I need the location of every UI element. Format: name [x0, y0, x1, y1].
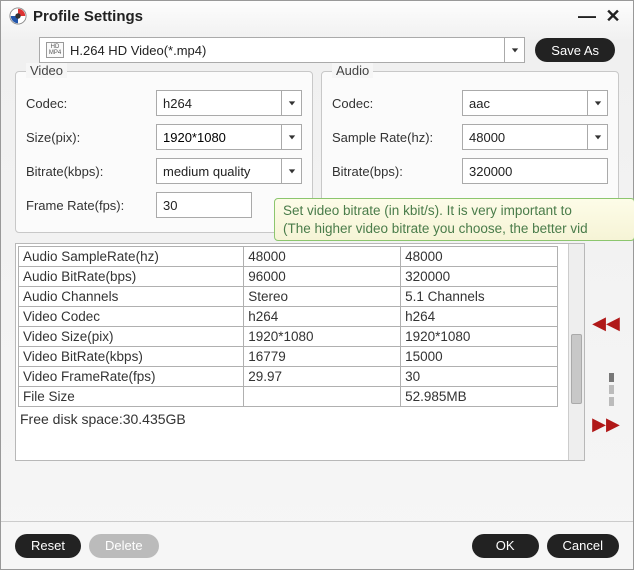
- table-cell-label: Video Codec: [19, 307, 244, 327]
- video-codec-label: Codec:: [26, 96, 156, 111]
- table-cell-target: 320000: [401, 267, 558, 287]
- app-icon: [9, 7, 27, 25]
- table-cell-label: Video FrameRate(fps): [19, 367, 244, 387]
- video-codec-select[interactable]: h264: [156, 90, 302, 116]
- table-cell-source: h264: [244, 307, 401, 327]
- audio-codec-label: Codec:: [332, 96, 462, 111]
- table-row: File Size 52.985MB: [19, 387, 558, 407]
- chevron-down-icon: [281, 91, 301, 115]
- table-row: Video Size(pix)1920*10801920*1080: [19, 327, 558, 347]
- table-row: Video BitRate(kbps)1677915000: [19, 347, 558, 367]
- video-bitrate-label: Bitrate(kbps):: [26, 164, 156, 179]
- video-framerate-label: Frame Rate(fps):: [26, 198, 156, 213]
- profile-settings-window: Profile Settings — ✕ HD MP4 H.264 HD Vid…: [0, 0, 634, 570]
- next-arrow-icon[interactable]: ▶▶: [592, 414, 620, 435]
- table-row: Audio ChannelsStereo5.1 Channels: [19, 287, 558, 307]
- chevron-down-icon: [504, 38, 524, 62]
- table-cell-label: Audio Channels: [19, 287, 244, 307]
- ok-button[interactable]: OK: [472, 534, 539, 558]
- audio-samplerate-label: Sample Rate(hz):: [332, 130, 462, 145]
- table-cell-source: 96000: [244, 267, 401, 287]
- table-cell-source: 48000: [244, 247, 401, 267]
- table-cell-target: 15000: [401, 347, 558, 367]
- table-cell-label: File Size: [19, 387, 244, 407]
- table-row: Video Codech264h264: [19, 307, 558, 327]
- audio-samplerate-select[interactable]: 48000: [462, 124, 608, 150]
- chevron-down-icon: [587, 91, 607, 115]
- close-button[interactable]: ✕: [601, 4, 625, 28]
- audio-group-title: Audio: [332, 63, 373, 78]
- save-as-button[interactable]: Save As: [535, 38, 615, 62]
- table-cell-label: Video BitRate(kbps): [19, 347, 244, 367]
- video-size-label: Size(pix):: [26, 130, 156, 145]
- video-size-select[interactable]: [156, 124, 302, 150]
- bottom-bar: Reset Delete OK Cancel: [1, 521, 633, 569]
- page-indicator: [609, 373, 615, 406]
- table-cell-label: Video Size(pix): [19, 327, 244, 347]
- chevron-down-icon: [281, 159, 301, 183]
- profile-select[interactable]: HD MP4 H.264 HD Video(*.mp4): [39, 37, 525, 63]
- profile-select-value: H.264 HD Video(*.mp4): [70, 43, 206, 58]
- table-cell-target: 1920*1080: [401, 327, 558, 347]
- comparison-table: Audio SampleRate(hz)4800048000Audio BitR…: [18, 246, 558, 407]
- window-title: Profile Settings: [33, 8, 573, 25]
- prev-arrow-icon[interactable]: ◀◀: [592, 313, 620, 334]
- audio-bitrate-label: Bitrate(bps):: [332, 164, 462, 179]
- table-cell-target: 48000: [401, 247, 558, 267]
- tooltip-line-2: (The higher video bitrate you choose, th…: [283, 220, 626, 238]
- video-group: Video Codec: h264 Size(pix): Bitrate(kbp…: [15, 71, 313, 233]
- scrollbar-thumb[interactable]: [571, 334, 582, 404]
- table-row: Audio SampleRate(hz)4800048000: [19, 247, 558, 267]
- format-icon: HD MP4: [46, 42, 64, 58]
- video-bitrate-select[interactable]: medium quality: [156, 158, 302, 184]
- profile-row: HD MP4 H.264 HD Video(*.mp4) Save As: [1, 31, 633, 67]
- audio-bitrate-select[interactable]: 320000: [462, 158, 608, 184]
- table-cell-source: 16779: [244, 347, 401, 367]
- chevron-down-icon: [587, 125, 607, 149]
- comparison-scroll[interactable]: Audio SampleRate(hz)4800048000Audio BitR…: [15, 243, 585, 461]
- minimize-button[interactable]: —: [575, 4, 599, 28]
- table-cell-label: Audio SampleRate(hz): [19, 247, 244, 267]
- table-row: Audio BitRate(bps)96000320000: [19, 267, 558, 287]
- titlebar: Profile Settings — ✕: [1, 1, 633, 31]
- delete-button[interactable]: Delete: [89, 534, 159, 558]
- bitrate-tooltip: Set video bitrate (in kbit/s). It is ver…: [274, 198, 634, 241]
- table-cell-source: 1920*1080: [244, 327, 401, 347]
- tooltip-line-1: Set video bitrate (in kbit/s). It is ver…: [283, 202, 626, 220]
- chevron-down-icon: [281, 125, 301, 149]
- video-group-title: Video: [26, 63, 67, 78]
- video-framerate-select[interactable]: 30: [156, 192, 252, 218]
- table-cell-target: h264: [401, 307, 558, 327]
- free-disk-label: Free disk space:30.435GB: [16, 409, 584, 427]
- video-size-input[interactable]: [157, 125, 301, 149]
- comparison-area: Audio SampleRate(hz)4800048000Audio BitR…: [15, 243, 619, 485]
- audio-codec-select[interactable]: aac: [462, 90, 608, 116]
- vertical-scrollbar[interactable]: [568, 244, 584, 460]
- table-cell-label: Audio BitRate(bps): [19, 267, 244, 287]
- table-cell-target: 30: [401, 367, 558, 387]
- table-cell-target: 5.1 Channels: [401, 287, 558, 307]
- table-cell-source: Stereo: [244, 287, 401, 307]
- table-cell-source: [244, 387, 401, 407]
- table-cell-target: 52.985MB: [401, 387, 558, 407]
- table-cell-source: 29.97: [244, 367, 401, 387]
- reset-button[interactable]: Reset: [15, 534, 81, 558]
- cancel-button[interactable]: Cancel: [547, 534, 619, 558]
- table-row: Video FrameRate(fps)29.9730: [19, 367, 558, 387]
